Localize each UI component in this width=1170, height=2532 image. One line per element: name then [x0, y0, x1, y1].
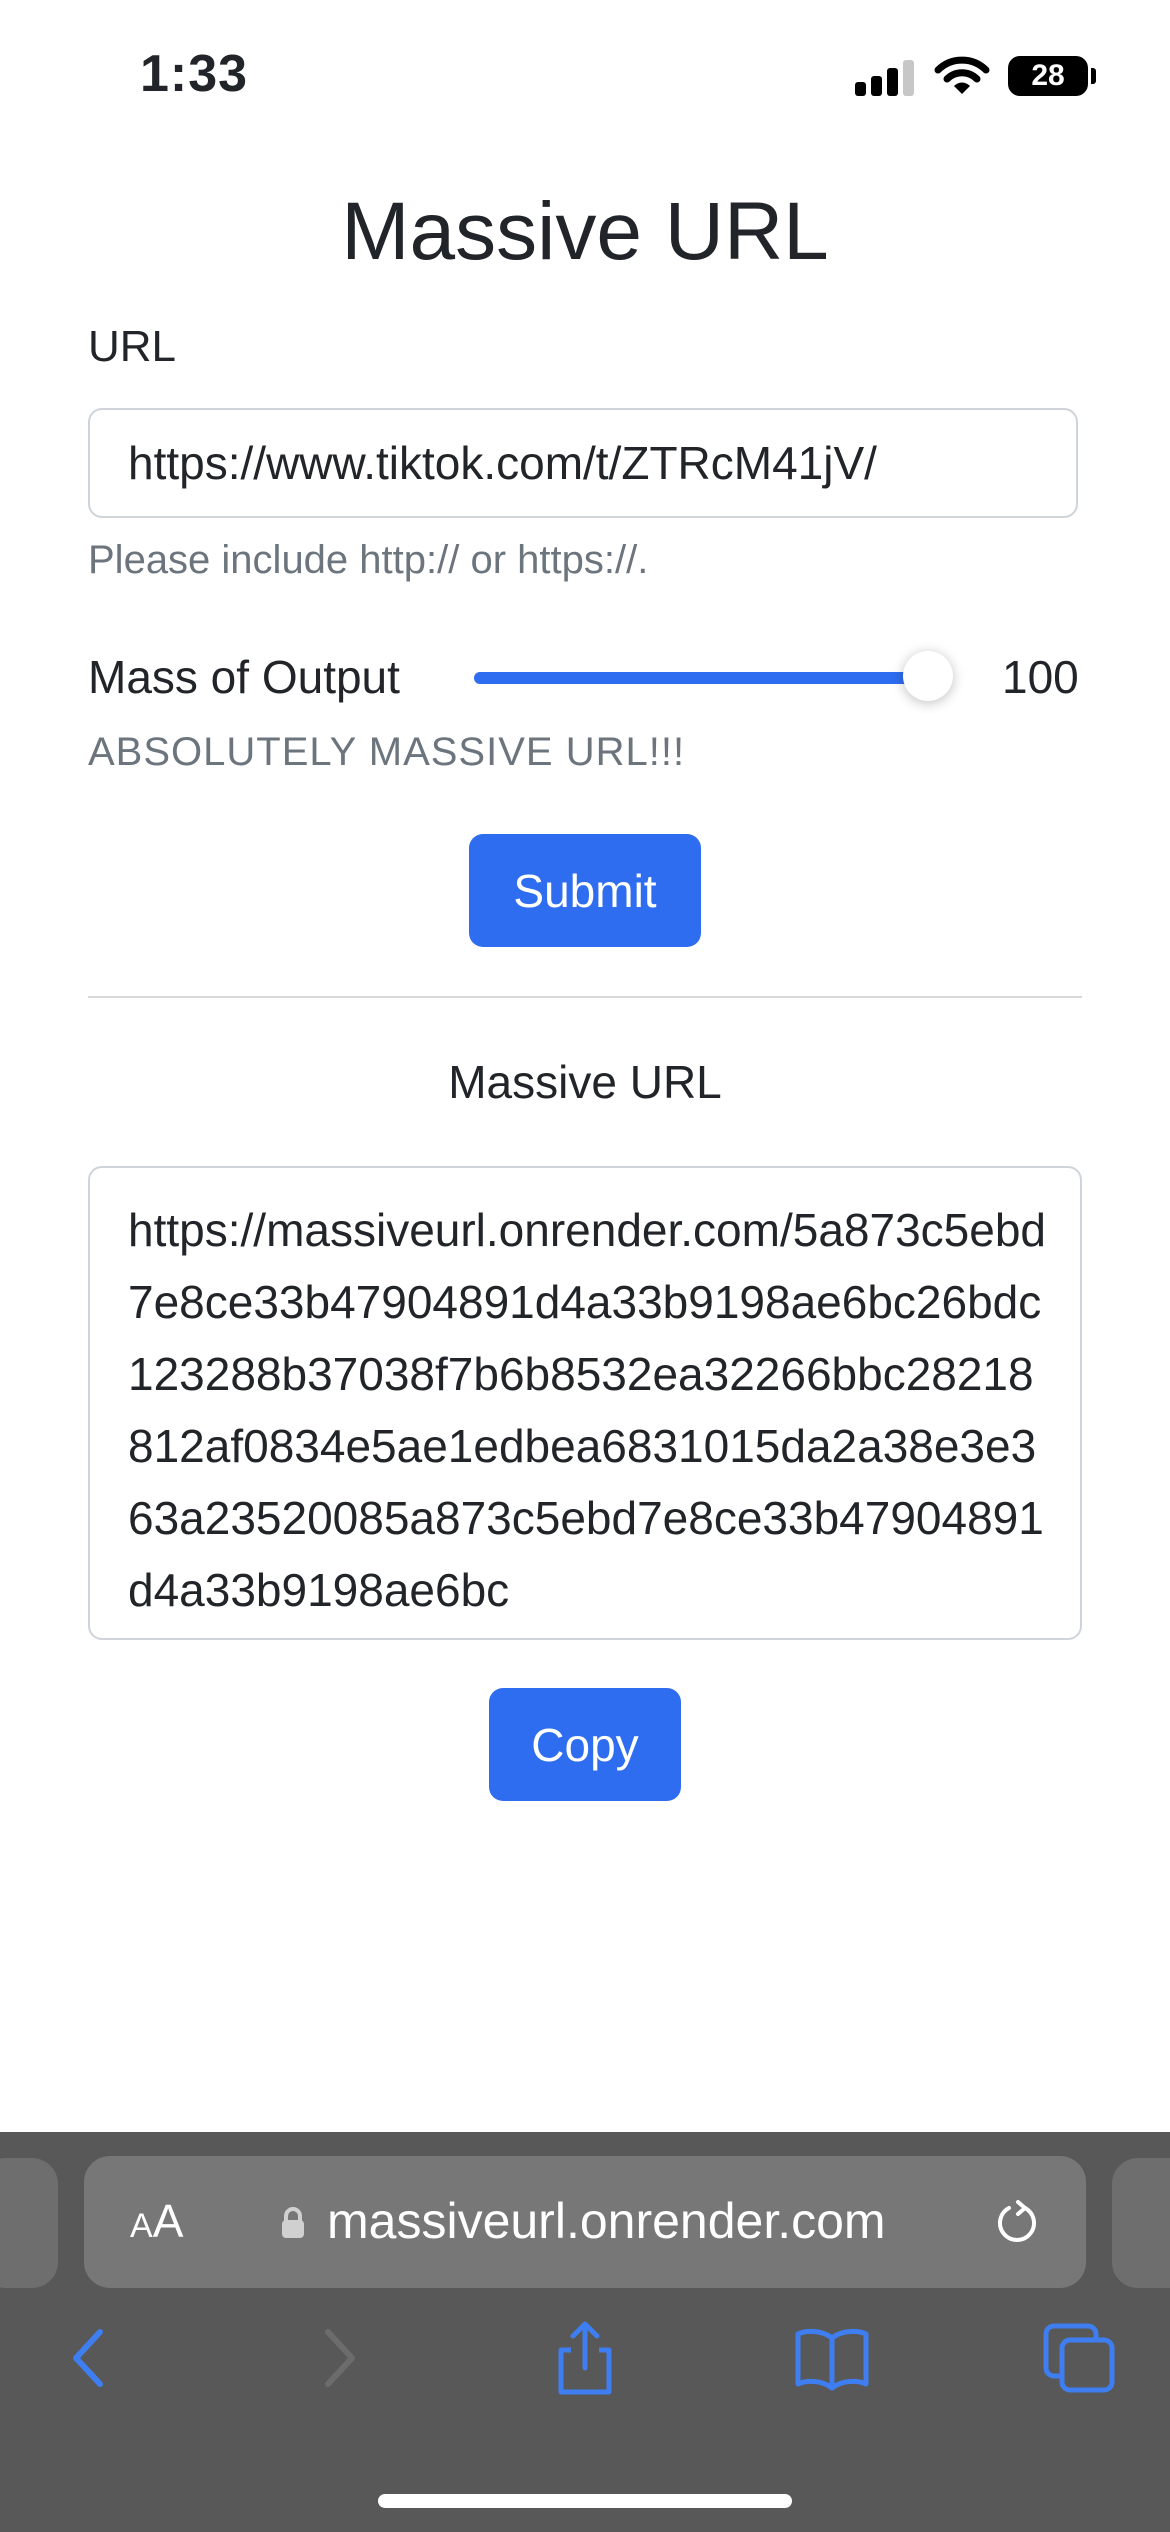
- share-icon[interactable]: [545, 2318, 625, 2398]
- home-indicator[interactable]: [378, 2494, 792, 2508]
- copy-button[interactable]: Copy: [489, 1688, 681, 1801]
- forward-icon[interactable]: [300, 2318, 380, 2398]
- url-help-text: Please include http:// or https://.: [88, 538, 649, 582]
- result-title: Massive URL: [448, 1056, 722, 1108]
- divider: [88, 996, 1082, 998]
- next-tab-peek[interactable]: [1112, 2158, 1170, 2288]
- aa-small-letter: A: [130, 2207, 153, 2245]
- url-label: URL: [88, 322, 177, 371]
- wifi-icon: [934, 56, 990, 94]
- mass-slider-fill: [474, 672, 934, 684]
- mass-description: ABSOLUTELY MASSIVE URL!!!: [88, 730, 686, 774]
- aa-large-letter: A: [152, 2195, 184, 2247]
- address-bar[interactable]: AA massiveurl.onrender.com: [84, 2156, 1086, 2288]
- battery-tip: [1091, 68, 1096, 84]
- reader-aa-button[interactable]: AA: [130, 2194, 183, 2248]
- bookmarks-icon[interactable]: [792, 2318, 872, 2398]
- reload-icon[interactable]: [992, 2198, 1042, 2248]
- cellular-signal-icon: [855, 60, 915, 96]
- url-input[interactable]: [88, 408, 1078, 518]
- mass-slider-thumb[interactable]: [903, 651, 953, 701]
- battery-icon: 28: [1008, 56, 1088, 96]
- lock-icon: [282, 2207, 304, 2238]
- submit-button[interactable]: Submit: [469, 834, 701, 947]
- previous-tab-peek[interactable]: [0, 2158, 58, 2288]
- mass-slider[interactable]: [474, 672, 934, 684]
- tabs-icon[interactable]: [1040, 2318, 1120, 2398]
- browser-toolbar: AA massiveurl.onrender.com: [0, 2132, 1170, 2532]
- mass-label: Mass of Output: [88, 651, 400, 703]
- page-title: Massive URL: [341, 186, 829, 277]
- status-bar: 1:33 28: [0, 0, 1170, 150]
- back-icon[interactable]: [48, 2318, 128, 2398]
- massive-url-output[interactable]: https://massiveurl.onrender.com/5a873c5e…: [88, 1166, 1082, 1640]
- mass-value: 100: [1002, 651, 1079, 703]
- address-text: massiveurl.onrender.com: [327, 2193, 886, 2249]
- status-time: 1:33: [140, 45, 249, 103]
